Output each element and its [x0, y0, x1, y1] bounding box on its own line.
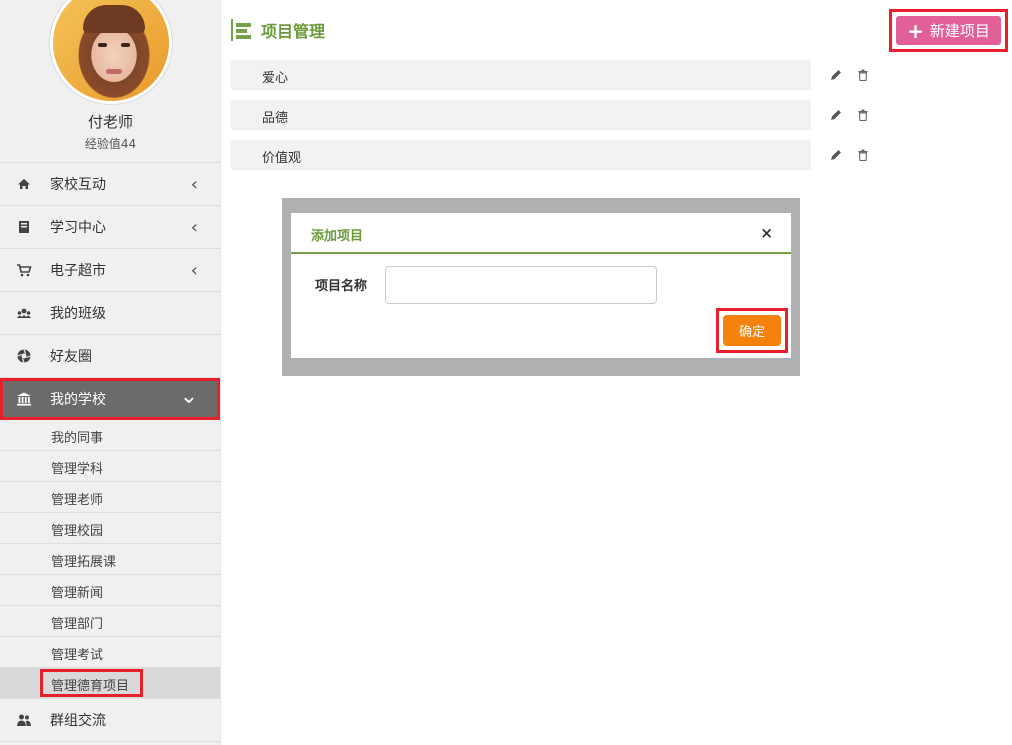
- sub-item-label: 管理新闻: [51, 586, 104, 601]
- sub-item-label: 我的同事: [51, 431, 104, 446]
- sub-item-manage-teachers[interactable]: 管理老师: [0, 482, 220, 513]
- chevron-left-icon: ‹: [190, 259, 198, 281]
- sidebar: 付老师 经验值44 家校互动 ‹ 学习中心 ‹ 电子超市 ‹ 我的班级 好友圈 …: [0, 0, 221, 745]
- chevron-down-icon: ⌄: [179, 384, 198, 409]
- plus-icon: +: [907, 18, 924, 43]
- dialog-title: 添加项目: [311, 229, 364, 244]
- nav-item-my-class[interactable]: 我的班级: [0, 292, 220, 335]
- sub-item-manage-departments[interactable]: 管理部门: [0, 606, 220, 637]
- nav-item-my-school[interactable]: 我的学校 ⌄: [0, 378, 220, 420]
- nav-item-friends-circle[interactable]: 好友圈: [0, 335, 220, 378]
- sub-item-manage-exams[interactable]: 管理考试: [0, 637, 220, 668]
- project-name: 价值观: [262, 151, 302, 166]
- project-name: 爱心: [262, 71, 289, 86]
- group-icon: [17, 308, 31, 318]
- aperture-icon: [17, 349, 31, 363]
- trash-icon[interactable]: [856, 108, 870, 122]
- project-row: 价值观: [231, 140, 811, 170]
- trash-icon[interactable]: [856, 148, 870, 162]
- sub-item-manage-news[interactable]: 管理新闻: [0, 575, 220, 606]
- profile-name: 付老师: [87, 113, 133, 131]
- project-row: 爱心: [231, 60, 811, 90]
- modal-backdrop: 添加项目 × 项目名称 确定: [282, 198, 800, 376]
- sub-item-label: 管理考试: [51, 648, 104, 663]
- sub-item-manage-subjects[interactable]: 管理学科: [0, 451, 220, 482]
- nav-item-home-school[interactable]: 家校互动 ‹: [0, 163, 220, 206]
- profile-experience: 经验值44: [84, 137, 137, 151]
- highlight-box: + 新建项目: [889, 9, 1008, 52]
- sub-item-label: 管理部门: [51, 617, 104, 632]
- nav-item-group-chat[interactable]: 群组交流: [0, 699, 220, 742]
- users-icon: [17, 714, 31, 726]
- bank-icon: [17, 392, 31, 406]
- nav-item-learning-center[interactable]: 学习中心 ‹: [0, 206, 220, 249]
- new-project-label: 新建项目: [929, 22, 990, 40]
- nav-item-label: 学习中心: [50, 220, 106, 236]
- nav-item-label: 我的班级: [50, 306, 106, 322]
- home-icon: [18, 179, 30, 189]
- add-project-dialog: 添加项目 × 项目名称 确定: [291, 213, 791, 358]
- page-title: 项目管理: [261, 22, 326, 41]
- avatar[interactable]: [50, 0, 172, 104]
- edit-icon[interactable]: [829, 148, 843, 162]
- nav-item-label: 我的学校: [50, 391, 106, 408]
- page-title-bar: 项目管理: [231, 18, 325, 42]
- sub-item-manage-moral-projects[interactable]: 管理德育项目: [0, 668, 220, 699]
- edit-icon[interactable]: [829, 68, 843, 82]
- chevron-left-icon: ‹: [190, 173, 198, 195]
- profile-card: 付老师 经验值44: [0, 0, 220, 163]
- sub-item-label: 管理拓展课: [51, 555, 117, 570]
- project-name-input[interactable]: [385, 266, 657, 304]
- project-name-label: 项目名称: [315, 279, 368, 294]
- sub-item-label: 管理学科: [51, 462, 104, 477]
- cart-icon: [17, 264, 32, 277]
- sub-item-manage-extension-courses[interactable]: 管理拓展课: [0, 544, 220, 575]
- project-name: 品德: [262, 111, 289, 126]
- close-icon[interactable]: ×: [760, 224, 773, 242]
- chevron-left-icon: ‹: [190, 216, 198, 238]
- sub-item-manage-campus[interactable]: 管理校园: [0, 513, 220, 544]
- edit-icon[interactable]: [829, 108, 843, 122]
- project-row: 品德: [231, 100, 811, 130]
- sub-item-colleagues[interactable]: 我的同事: [0, 420, 220, 451]
- nav-item-label: 电子超市: [50, 263, 106, 279]
- highlight-box: 确定: [716, 308, 788, 353]
- nav-item-label: 家校互动: [50, 177, 106, 193]
- book-icon: [19, 221, 29, 233]
- trash-icon[interactable]: [856, 68, 870, 82]
- list-icon: [231, 19, 251, 41]
- sub-item-label: 管理老师: [51, 493, 104, 508]
- nav-item-label: 好友圈: [50, 349, 92, 365]
- confirm-button[interactable]: 确定: [723, 315, 781, 346]
- sub-item-label: 管理德育项目: [51, 679, 130, 694]
- sub-item-label: 管理校园: [51, 524, 104, 539]
- new-project-button[interactable]: + 新建项目: [896, 16, 1001, 45]
- nav-item-e-market[interactable]: 电子超市 ‹: [0, 249, 220, 292]
- nav-item-label: 群组交流: [50, 713, 106, 729]
- dialog-header: 添加项目 ×: [291, 213, 791, 254]
